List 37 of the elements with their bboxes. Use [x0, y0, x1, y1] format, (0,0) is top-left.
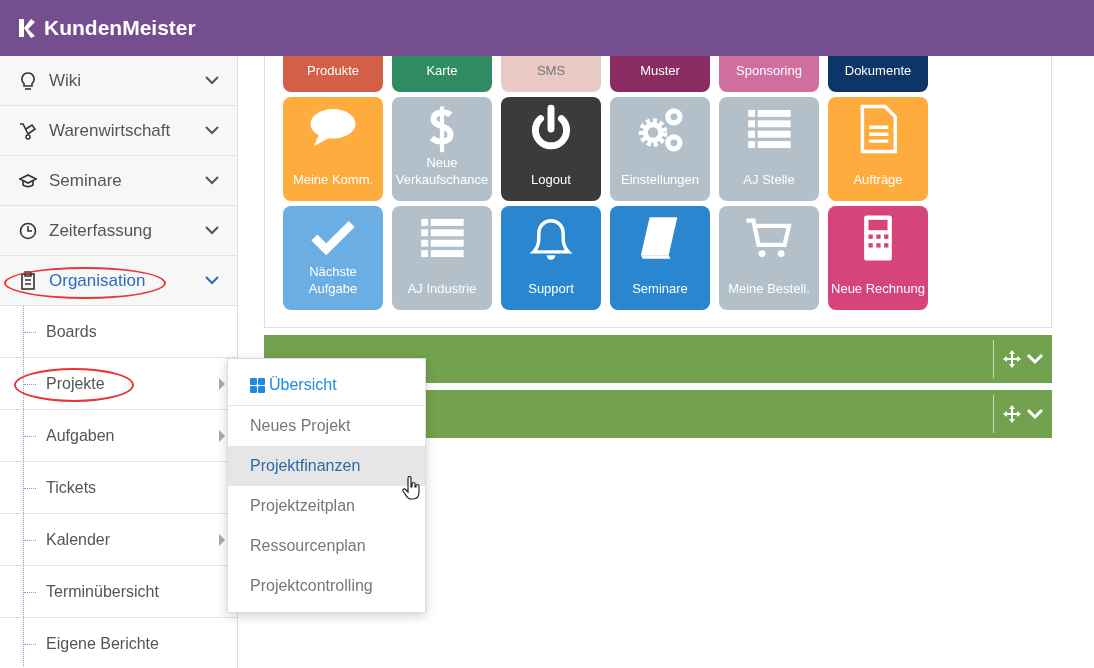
- sidebar-item[interactable]: Zeiterfassung: [0, 206, 237, 256]
- chevron-icon: [205, 176, 219, 185]
- sidebar-item[interactable]: Wiki: [0, 56, 237, 106]
- menu-item[interactable]: Übersicht: [228, 365, 425, 406]
- tile-button[interactable]: Neue Rechnung: [828, 206, 928, 310]
- move-icon: [1002, 349, 1022, 369]
- caret-icon: [219, 533, 225, 546]
- tile-button[interactable]: Sponsoring: [719, 56, 819, 92]
- app-title: KundenMeister: [44, 15, 196, 42]
- clock-icon: [19, 220, 37, 241]
- hand-truck-icon: [19, 120, 37, 141]
- caret-icon: [219, 429, 225, 442]
- tile-button[interactable]: Produkte: [283, 56, 383, 92]
- chevron-icon: [205, 276, 219, 285]
- tile-button[interactable]: Logout: [501, 97, 601, 201]
- tile-button[interactable]: Support: [501, 206, 601, 310]
- tile-button[interactable]: Muster: [610, 56, 710, 92]
- submenu-item[interactable]: Terminübersicht: [0, 566, 237, 618]
- tile-button[interactable]: Seminare: [610, 206, 710, 310]
- tile-button[interactable]: Nächste Aufgabe: [283, 206, 383, 310]
- submenu-item[interactable]: Eigene Berichte: [0, 618, 237, 668]
- caret-icon: [219, 377, 225, 390]
- tile-button[interactable]: Karte: [392, 56, 492, 92]
- chevron-icon: [205, 226, 219, 235]
- sidebar-item[interactable]: Warenwirtschaft: [0, 106, 237, 156]
- tile-button[interactable]: Dokumente: [828, 56, 928, 92]
- chevron-icon: [205, 76, 219, 85]
- chevron-icon: [205, 126, 219, 135]
- tile-button[interactable]: SMS: [501, 56, 601, 92]
- move-icon: [1002, 404, 1022, 424]
- clipboard-icon: [19, 270, 37, 291]
- logo-icon: [16, 17, 36, 39]
- hand-cursor-icon: [402, 476, 420, 500]
- sidebar-item[interactable]: Seminare: [0, 156, 237, 206]
- grid-icon: [250, 377, 265, 393]
- lightbulb-icon: [19, 70, 37, 91]
- submenu-item[interactable]: Boards: [0, 306, 237, 358]
